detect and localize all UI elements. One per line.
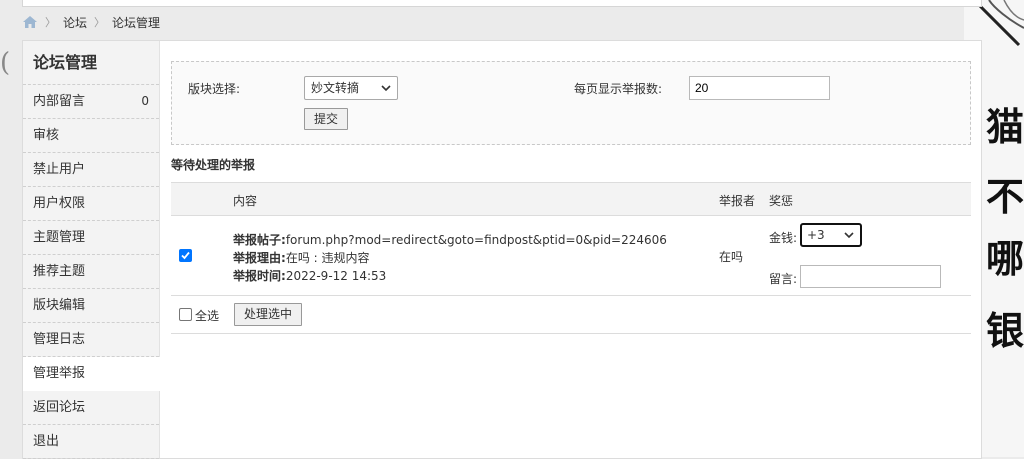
money-select-value: +3 (807, 228, 825, 242)
background-glyph: 猫 (985, 104, 1024, 149)
submit-button[interactable]: 提交 (304, 108, 349, 130)
report-time-value: 2022-9-12 14:53 (285, 269, 387, 283)
home-icon[interactable] (22, 15, 38, 29)
reports-table: 内容 举报者 奖惩 举报帖子:forum.php?mod=redirect&go… (171, 182, 971, 334)
breadcrumb-separator: 〉 (45, 16, 56, 29)
report-post-label: 举报帖子: (233, 233, 286, 247)
board-select[interactable]: 妙文转摘 (304, 76, 398, 100)
reporter-name[interactable]: 在吗 (719, 248, 743, 265)
sidebar-item-logout[interactable]: 退出 (23, 425, 159, 459)
sidebar-item-admin-log[interactable]: 管理日志 (23, 323, 159, 357)
top-header-strip (22, 0, 982, 7)
decorative-mark: ( (0, 48, 11, 78)
chevron-down-icon (381, 85, 391, 92)
chevron-down-icon (844, 232, 854, 239)
table-footer: 全选 处理选中 (171, 296, 971, 334)
header-reporter: 举报者 (719, 194, 756, 208)
background-glyph: 不 (985, 174, 1024, 219)
breadcrumb-forum-link[interactable]: 论坛 (63, 14, 87, 31)
background-glyph: 哪 (985, 236, 1024, 281)
table-row: 举报帖子:forum.php?mod=redirect&goto=findpos… (171, 216, 971, 296)
sidebar-item-back-to-forum[interactable]: 返回论坛 (23, 391, 159, 425)
sidebar-item-ban-user[interactable]: 禁止用户 (23, 153, 159, 187)
sidebar-title: 论坛管理 (23, 41, 159, 85)
report-post-link[interactable]: forum.php?mod=redirect&goto=findpost&pti… (286, 233, 667, 247)
header-content: 内容 (233, 194, 258, 208)
per-page-label: 每页显示举报数: (574, 82, 663, 96)
message-count-badge: 0 (141, 94, 149, 108)
process-selected-button[interactable]: 处理选中 (234, 303, 303, 326)
checkmark-icon (181, 251, 190, 260)
select-all-label[interactable]: 全选 (195, 307, 219, 324)
report-reason-value: 在吗 : 违规内容 (285, 251, 370, 265)
sidebar-item-recommend-threads[interactable]: 推荐主题 (23, 255, 159, 289)
filter-box: 版块选择: 妙文转摘 每页显示举报数: 提交 (171, 61, 971, 145)
sidebar-item-thread-management[interactable]: 主题管理 (23, 221, 159, 255)
main-panel: 论坛管理 内部留言 0 审核 禁止用户 用户权限 主题管理 推荐主题 版块编辑 … (22, 40, 982, 459)
report-reason-line: 举报理由:在吗 : 违规内容 (233, 249, 370, 266)
report-time-line: 举报时间:2022-9-12 14:53 (233, 267, 386, 284)
sidebar-item-user-permissions[interactable]: 用户权限 (23, 187, 159, 221)
report-reason-label: 举报理由: (233, 251, 286, 265)
breadcrumb-separator: 〉 (94, 16, 106, 29)
select-all-checkbox[interactable] (179, 308, 192, 321)
message-input[interactable] (800, 265, 941, 288)
report-post-line: 举报帖子:forum.php?mod=redirect&goto=findpos… (233, 231, 667, 248)
per-page-input[interactable] (689, 76, 830, 100)
sidebar-item-manage-reports[interactable]: 管理举报 (23, 357, 160, 391)
table-header: 内容 举报者 奖惩 (171, 182, 971, 216)
breadcrumb-current: 论坛管理 (112, 15, 161, 30)
header-reward: 奖惩 (769, 194, 794, 208)
background-glyph: 银 (985, 308, 1024, 353)
board-select-label: 版块选择: (188, 82, 241, 96)
sidebar-item-board-edit[interactable]: 版块编辑 (23, 289, 159, 323)
board-select-value: 妙文转摘 (311, 81, 360, 95)
sidebar-item-moderate[interactable]: 审核 (23, 119, 159, 153)
row-checkbox[interactable] (179, 249, 192, 262)
sidebar-item-internal-messages[interactable]: 内部留言 0 (23, 85, 159, 119)
report-time-label: 举报时间: (233, 269, 286, 283)
pending-reports-title: 等待处理的举报 (171, 158, 256, 172)
sidebar: 论坛管理 内部留言 0 审核 禁止用户 用户权限 主题管理 推荐主题 版块编辑 … (23, 41, 160, 459)
money-select[interactable]: +3 (800, 223, 862, 247)
sidebar-item-label: 内部留言 (33, 94, 86, 109)
money-label: 金钱: (769, 231, 798, 245)
message-label: 留言: (769, 272, 798, 286)
breadcrumb: 〉 论坛 〉 论坛管理 (22, 13, 160, 31)
